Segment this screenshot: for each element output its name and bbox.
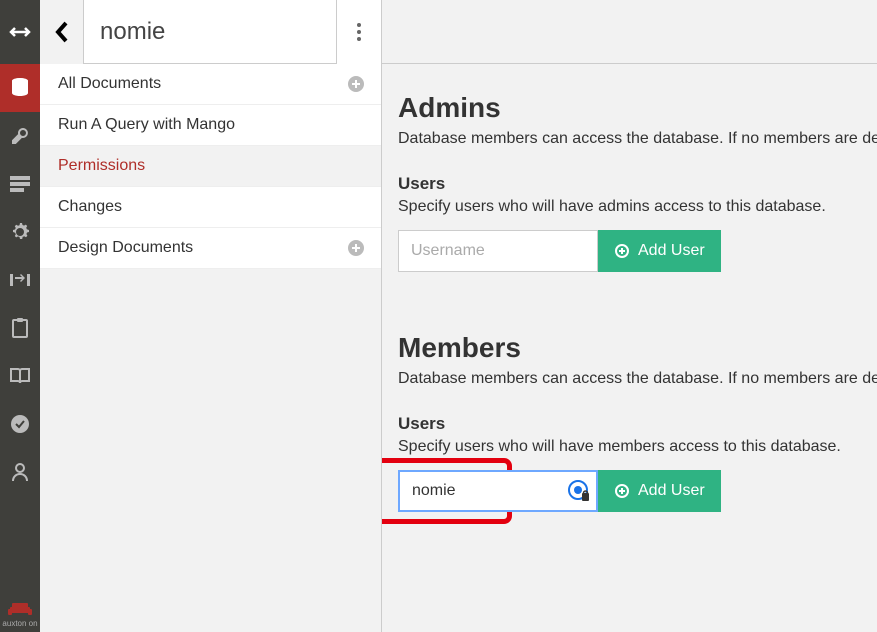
transfer-icon (10, 272, 30, 288)
nav-item-changes[interactable]: Changes (40, 187, 381, 228)
kebab-icon (357, 23, 361, 41)
nav-item-label: Design Documents (58, 239, 193, 257)
rail-footer[interactable]: auxton on (0, 601, 40, 632)
password-manager-icon[interactable] (568, 480, 590, 502)
nav-item-label: All Documents (58, 75, 161, 93)
rail-docs[interactable] (0, 304, 40, 352)
rail-tasks[interactable] (0, 160, 40, 208)
rail-setup[interactable] (0, 112, 40, 160)
rail-user[interactable] (0, 448, 40, 496)
plus-circle-icon (614, 243, 630, 259)
members-desc: Database members can access the database… (398, 370, 877, 388)
plus-icon[interactable] (347, 75, 365, 93)
clipboard-icon (11, 317, 29, 339)
members-add-user-button[interactable]: Add User (598, 470, 721, 512)
plus-circle-icon (614, 483, 630, 499)
database-title: nomie (84, 0, 337, 63)
database-icon (10, 77, 30, 99)
nav-list: All Documents Run A Query with Mango Per… (40, 64, 381, 269)
admins-add-user-button[interactable]: Add User (598, 230, 721, 272)
wrench-icon (10, 126, 30, 146)
collapse-toggle[interactable] (0, 0, 40, 64)
nav-item-mango[interactable]: Run A Query with Mango (40, 105, 381, 146)
main-content: Admins Database members can access the d… (382, 0, 877, 632)
rail-databases[interactable] (0, 64, 40, 112)
nav-rail: auxton on (0, 0, 40, 632)
members-users-heading: Users (398, 414, 877, 434)
header-menu-button[interactable] (337, 0, 381, 64)
admins-users-heading: Users (398, 174, 877, 194)
nav-item-label: Permissions (58, 157, 145, 175)
button-label: Add User (638, 482, 705, 500)
admins-username-input[interactable] (398, 230, 598, 272)
couch-icon (8, 601, 32, 617)
rail-config[interactable] (0, 208, 40, 256)
admins-heading: Admins (398, 92, 877, 124)
chevron-left-icon (54, 20, 70, 44)
rail-documentation[interactable] (0, 352, 40, 400)
members-add-user-row: Add User (398, 470, 877, 512)
nav-column: nomie All Documents Run A Query with Man… (40, 0, 382, 632)
check-circle-icon (10, 414, 30, 434)
rail-verify[interactable] (0, 400, 40, 448)
rail-replication[interactable] (0, 256, 40, 304)
admins-add-user-row: Add User (398, 230, 877, 272)
user-icon (11, 462, 29, 482)
gear-icon (10, 222, 30, 242)
nav-item-all-documents[interactable]: All Documents (40, 64, 381, 105)
nav-header: nomie (40, 0, 381, 64)
button-label: Add User (638, 242, 705, 260)
plus-icon[interactable] (347, 239, 365, 257)
members-heading: Members (398, 332, 877, 364)
nav-item-design-documents[interactable]: Design Documents (40, 228, 381, 269)
admins-section: Admins Database members can access the d… (398, 92, 877, 272)
arrows-horizontal-icon (9, 25, 31, 39)
nav-item-label: Run A Query with Mango (58, 116, 235, 134)
admins-users-desc: Specify users who will have admins acces… (398, 198, 877, 216)
admins-desc: Database members can access the database… (398, 130, 877, 148)
nav-item-permissions[interactable]: Permissions (40, 146, 381, 187)
list-icon (10, 176, 30, 192)
rail-footer-label: auxton on (2, 619, 37, 628)
members-users-desc: Specify users who will have members acce… (398, 438, 877, 456)
back-button[interactable] (40, 0, 84, 64)
book-icon (9, 367, 31, 385)
members-section: Members Database members can access the … (398, 332, 877, 512)
nav-item-label: Changes (58, 198, 122, 216)
